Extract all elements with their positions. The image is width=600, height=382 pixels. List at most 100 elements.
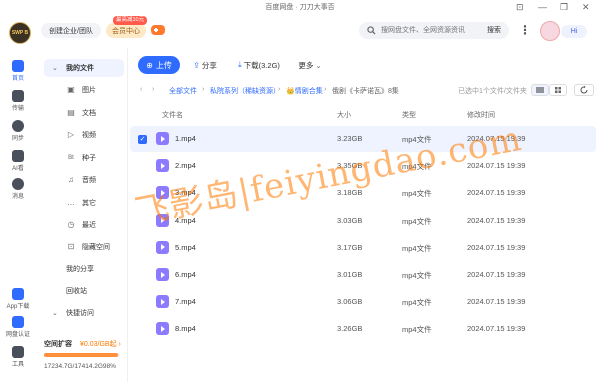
tools-icon (12, 346, 24, 358)
file-time: 2024.07.15 19:39 (467, 324, 526, 334)
table-row[interactable]: 3.mp4 3.18GB mp4文件 2024.07.15 19:39 (130, 180, 596, 206)
avatar[interactable] (540, 21, 560, 41)
storage-bar (44, 353, 120, 357)
file-size: 3.03GB (337, 215, 363, 225)
column-name[interactable]: 文件名 (162, 110, 183, 120)
table-row[interactable]: 6.mp4 3.01GB mp4文件 2024.07.15 19:39 (130, 262, 596, 288)
file-type: mp4文件 (402, 216, 432, 226)
nav-my-share[interactable]: 我的分享 (44, 260, 124, 278)
table-row[interactable]: 4.mp4 3.03GB mp4文件 2024.07.15 19:39 (130, 208, 596, 234)
grid-view-icon[interactable] (549, 84, 567, 96)
rail-item-app-download[interactable]: App下载 (0, 288, 36, 310)
file-name[interactable]: 7.mp4 (175, 297, 196, 306)
create-team-button[interactable]: 创建企业/团队 (41, 23, 101, 38)
nav-quick-access[interactable]: ⌄ 快捷访问 (44, 304, 124, 322)
search-button[interactable]: 搜索 (487, 25, 501, 35)
refresh-icon[interactable] (574, 84, 594, 96)
storage-panel[interactable]: 空间扩容 ¥0.03/GB起 › 17234.7G/17414.2G98% (44, 339, 126, 370)
breadcrumb-sep: › (324, 86, 327, 93)
upload-button[interactable]: ⊕ 上传 (138, 56, 180, 74)
restore-button[interactable]: ❐ (560, 1, 568, 13)
more-button[interactable]: 更多 ⌄ (292, 56, 328, 74)
rail-label: App下载 (6, 304, 30, 310)
forward-icon[interactable]: › (152, 86, 154, 93)
nav-item-hidden-space[interactable]: ⊡ 隐藏空间 (44, 238, 124, 256)
table-row[interactable]: 5.mp4 3.17GB mp4文件 2024.07.15 19:39 (130, 235, 596, 261)
nav-item-audio[interactable]: ♫ 音频 (44, 171, 124, 189)
profile-logo[interactable]: SWP B (9, 22, 31, 44)
nav-label: 文档 (82, 110, 96, 117)
breadcrumb-item[interactable]: 👑情剧合集 (286, 86, 323, 96)
file-name[interactable]: 1.mp4 (175, 134, 196, 143)
row-checkbox[interactable]: ✓ (138, 135, 147, 144)
nav-item-videos[interactable]: ▷ 视频 (44, 126, 124, 144)
file-name[interactable]: 3.mp4 (175, 188, 196, 197)
nav-recycle-bin[interactable]: 回收站 (44, 282, 124, 300)
download-icon: ⤓ (238, 60, 242, 69)
storage-bar-fill (44, 353, 119, 357)
breadcrumb-item[interactable]: 私院系列（稀缺资源） (210, 86, 280, 96)
app-download-icon (12, 288, 24, 300)
file-name[interactable]: 2.mp4 (175, 161, 196, 170)
breadcrumb-sep: › (202, 86, 205, 93)
share-button[interactable]: ⇪ 分享 (188, 56, 222, 74)
search-input[interactable] (381, 24, 481, 37)
table-row[interactable]: 2.mp4 3.35GB mp4文件 2024.07.15 19:39 (130, 153, 596, 179)
clock-icon: ◷ (67, 220, 75, 229)
file-name[interactable]: 8.mp4 (175, 324, 196, 333)
rail-item-message[interactable]: 消息 (0, 178, 36, 200)
nav-my-files[interactable]: ⌄ 我的文件 (44, 59, 124, 77)
nav-label: 我的文件 (66, 65, 94, 72)
table-row[interactable]: 7.mp4 3.06GB mp4文件 2024.07.15 19:39 (130, 289, 596, 315)
torrent-icon: Bt (68, 155, 74, 161)
minimize-button[interactable]: — (538, 1, 547, 13)
table-row[interactable]: 8.mp4 3.26GB mp4文件 2024.07.15 19:39 (130, 316, 596, 342)
file-size: 3.18GB (337, 188, 363, 198)
more-menu-icon[interactable]: ⋮ (519, 24, 531, 36)
list-view-icon[interactable] (531, 84, 549, 96)
breadcrumb-current: 俄剧《卡萨诺瓦》8集 (332, 88, 399, 95)
file-name[interactable]: 6.mp4 (175, 270, 196, 279)
file-name[interactable]: 4.mp4 (175, 216, 196, 225)
nav-label: 视频 (82, 132, 96, 139)
upload-label: 上传 (155, 60, 172, 70)
rail-item-home[interactable]: 首页 (0, 60, 36, 82)
file-size: 3.26GB (337, 324, 363, 334)
hi-assistant-button[interactable]: Hi (561, 25, 587, 38)
close-button[interactable]: ✕ (582, 1, 590, 13)
rail-item-sync[interactable]: 同步 (0, 120, 36, 142)
rail-label: 网盘认证 (5, 332, 30, 338)
rail-item-ai[interactable]: AI看 (0, 150, 36, 172)
rail-item-transfer[interactable]: 传输 (0, 90, 36, 112)
vip-center-button[interactable]: 会员中心 (106, 23, 146, 38)
rail-label: AI看 (12, 166, 24, 172)
breadcrumb-item[interactable]: 全部文件 (169, 86, 197, 96)
column-time[interactable]: 修改时间 (467, 110, 495, 120)
column-type[interactable]: 类型 (402, 110, 416, 120)
table-row[interactable]: ✓ 1.mp4 3.23GB mp4文件 2024.07.15 19:39 (130, 126, 596, 152)
nav-item-torrents[interactable]: Bt 种子 (44, 149, 124, 167)
storage-price[interactable]: ¥0.03/GB起 › (80, 339, 121, 349)
file-size: 3.06GB (337, 297, 363, 307)
game-icon[interactable] (151, 25, 165, 35)
file-type: mp4文件 (402, 162, 432, 172)
pin-button[interactable]: ⊡ (516, 1, 524, 13)
file-type: mp4文件 (402, 298, 432, 308)
column-size[interactable]: 大小 (337, 110, 351, 120)
video-file-icon (156, 132, 169, 145)
download-button[interactable]: ⤓ 下载(3.2G) (228, 56, 290, 74)
storage-title: 空间扩容 (44, 341, 72, 348)
nav-item-images[interactable]: ▣ 图片 (44, 81, 124, 99)
nav-item-recent[interactable]: ◷ 最近 (44, 216, 124, 234)
file-name[interactable]: 5.mp4 (175, 243, 196, 252)
search-box[interactable]: 搜索 (359, 22, 509, 39)
transfer-icon (12, 90, 24, 102)
rail-item-verify[interactable]: 网盘认证 (0, 316, 36, 338)
file-time: 2024.07.15 19:39 (467, 270, 526, 279)
video-file-icon (156, 268, 169, 281)
rail-item-tools[interactable]: 工具 (0, 346, 36, 368)
back-icon[interactable]: ‹ (140, 86, 142, 93)
nav-item-other[interactable]: … 其它 (44, 194, 124, 212)
nav-item-docs[interactable]: ▤ 文档 (44, 104, 124, 122)
chevron-down-icon: ⌄ (52, 65, 58, 72)
